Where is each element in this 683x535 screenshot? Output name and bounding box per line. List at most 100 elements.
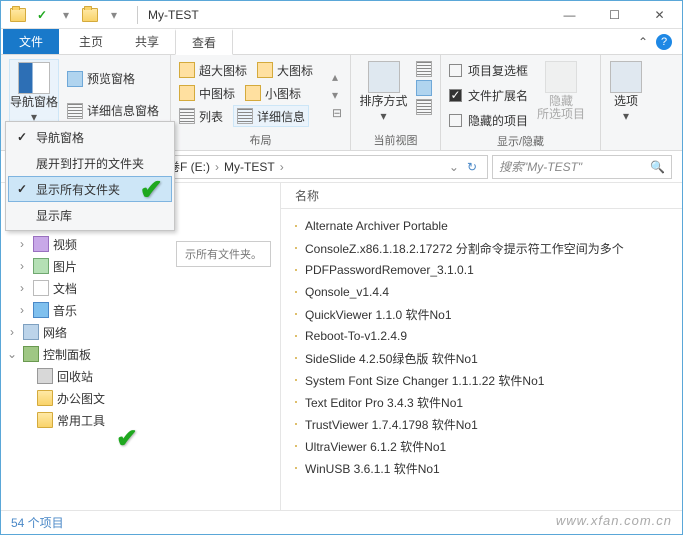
sortby-button[interactable]: 排序方式 ▾ xyxy=(359,59,408,130)
tree-item[interactable]: 音乐 xyxy=(53,302,77,319)
folder-icon xyxy=(37,390,53,406)
tree-item[interactable]: 文档 xyxy=(53,280,77,297)
minimize-button[interactable]: — xyxy=(547,1,592,29)
hide-selected-label: 隐藏 所选项目 xyxy=(537,95,585,121)
file-name: TrustViewer 1.7.4.1798 软件No1 xyxy=(305,416,478,433)
folder-icon xyxy=(295,379,297,381)
hide-selected-button[interactable]: 隐藏 所选项目 xyxy=(536,59,586,131)
nav-pane-label: 导航窗格 xyxy=(10,96,58,109)
qat-dropdown-icon[interactable]: ▾ xyxy=(55,4,77,26)
folder-icon xyxy=(295,335,297,337)
folder-icon xyxy=(295,269,297,271)
scroll-up-icon[interactable]: ▴ xyxy=(332,70,342,84)
qat-folder-icon[interactable] xyxy=(79,4,101,26)
group-layout-label: 布局 xyxy=(179,130,342,148)
list-item[interactable]: QuickViewer 1.1.0 软件No1 xyxy=(281,303,682,325)
large-icon xyxy=(257,62,273,78)
file-name: Qonsole_v1.4.4 xyxy=(305,285,389,299)
list-item[interactable]: SideSlide 4.2.50绿色版 软件No1 xyxy=(281,347,682,369)
tree-item[interactable]: 回收站 xyxy=(57,368,93,385)
file-name: PDFPasswordRemover_3.1.0.1 xyxy=(305,263,474,277)
chk-itemcheck[interactable]: 项目复选框 xyxy=(449,59,528,81)
nav-tree[interactable]: ⌄本机照片 本机照片 ›视频 ›图片 ›文档 ›音乐 ›网络 ⌄控制面板 回收站… xyxy=(1,183,281,510)
list-item[interactable]: Qonsole_v1.4.4 xyxy=(281,281,682,303)
groupby-icon[interactable] xyxy=(416,61,432,77)
scroll-down-icon[interactable]: ▾ xyxy=(332,88,342,102)
options-label: 选项 xyxy=(614,95,638,108)
network-icon xyxy=(23,324,39,340)
folder-icon xyxy=(295,247,297,249)
list-item[interactable]: PDFPasswordRemover_3.1.0.1 xyxy=(281,259,682,281)
column-header-name[interactable]: 名称 xyxy=(281,183,682,209)
window-title: My-TEST xyxy=(144,8,547,22)
view-list[interactable]: 列表 xyxy=(179,105,223,127)
dd-show-all[interactable]: ✓显示所有文件夹✔ xyxy=(8,176,172,202)
tree-item[interactable]: 视频 xyxy=(53,236,77,253)
list-item[interactable]: WinUSB 3.6.1.1 软件No1 xyxy=(281,457,682,479)
annotation-check-icon: ✔ xyxy=(116,423,138,454)
view-large[interactable]: 大图标 xyxy=(257,59,313,81)
list-item[interactable]: ConsoleZ.x86.1.18.2.17272 分割命令提示符工作空间为多个 xyxy=(281,237,682,259)
list-item[interactable]: Text Editor Pro 3.4.3 软件No1 xyxy=(281,391,682,413)
nav-pane-button[interactable]: 导航窗格 ▾ xyxy=(9,59,59,130)
file-list-pane: 名称 Alternate Archiver PortableConsoleZ.x… xyxy=(281,183,682,510)
item-count: 54 个项目 xyxy=(11,514,64,531)
expand-icon[interactable]: ⊟ xyxy=(332,106,342,120)
view-xlarge[interactable]: 超大图标 xyxy=(179,59,247,81)
nav-pane-icon xyxy=(18,62,50,94)
file-name: System Font Size Changer 1.1.1.22 软件No1 xyxy=(305,372,544,389)
tab-home[interactable]: 主页 xyxy=(63,29,119,54)
list-item[interactable]: UltraViewer 6.1.2 软件No1 xyxy=(281,435,682,457)
options-button[interactable]: 选项 ▾ xyxy=(609,59,643,134)
sortby-label: 排序方式 xyxy=(359,95,407,108)
tree-item[interactable]: 图片 xyxy=(53,258,77,275)
help-icon[interactable]: ? xyxy=(656,34,672,50)
file-name: SideSlide 4.2.50绿色版 软件No1 xyxy=(305,350,478,367)
chk-extensions[interactable]: ✓文件扩展名 xyxy=(449,84,528,106)
dd-show-lib[interactable]: 显示库 xyxy=(8,202,172,228)
folder-icon xyxy=(295,467,297,469)
view-small[interactable]: 小图标 xyxy=(245,82,301,104)
document-icon xyxy=(33,280,49,296)
tab-file[interactable]: 文件 xyxy=(3,29,59,54)
refresh-button[interactable]: ↻ xyxy=(461,160,483,174)
qat-check-icon[interactable]: ✓ xyxy=(31,4,53,26)
preview-pane-button[interactable]: 预览窗格 xyxy=(67,68,159,90)
tooltip: 示所有文件夹。 xyxy=(176,241,271,267)
tab-view[interactable]: 查看 xyxy=(175,29,233,55)
sizecolumns-icon[interactable] xyxy=(416,99,432,115)
preview-pane-icon xyxy=(67,71,83,87)
collapse-ribbon-icon[interactable]: ⌃ xyxy=(638,35,648,49)
qat-overflow-icon[interactable]: ▾ xyxy=(103,4,125,26)
file-list[interactable]: Alternate Archiver PortableConsoleZ.x86.… xyxy=(281,209,682,510)
tree-item[interactable]: 控制面板 xyxy=(43,346,91,363)
dd-nav-pane[interactable]: ✓导航窗格 xyxy=(8,124,172,150)
close-button[interactable]: ✕ xyxy=(637,1,682,29)
list-item[interactable]: System Font Size Changer 1.1.1.22 软件No1 xyxy=(281,369,682,391)
list-item[interactable]: Alternate Archiver Portable xyxy=(281,215,682,237)
tree-item[interactable]: 网络 xyxy=(43,324,67,341)
chevron-right-icon[interactable]: › xyxy=(277,160,287,174)
folder-icon xyxy=(7,4,29,26)
chevron-down-icon: ▾ xyxy=(623,110,629,123)
sortby-icon xyxy=(368,61,400,93)
tree-item[interactable]: 办公图文 xyxy=(57,390,105,407)
view-medium[interactable]: 中图标 xyxy=(179,82,235,104)
music-icon xyxy=(33,302,49,318)
crumb-dropdown-icon[interactable]: ⌄ xyxy=(449,160,459,174)
maximize-button[interactable]: ☐ xyxy=(592,1,637,29)
nav-pane-dropdown: ✓导航窗格 展开到打开的文件夹 ✓显示所有文件夹✔ 显示库 xyxy=(5,121,175,231)
list-item[interactable]: Reboot-To-v1.2.4.9 xyxy=(281,325,682,347)
folder-icon xyxy=(295,423,297,425)
chevron-right-icon[interactable]: › xyxy=(212,160,222,174)
view-details[interactable]: 详细信息 xyxy=(233,105,309,127)
xlarge-icon xyxy=(179,62,195,78)
tree-item[interactable]: 常用工具 xyxy=(57,412,105,429)
details-pane-button[interactable]: 详细信息窗格 xyxy=(67,100,159,122)
chk-hidden[interactable]: 隐藏的项目 xyxy=(449,109,528,131)
file-name: Text Editor Pro 3.4.3 软件No1 xyxy=(305,394,463,411)
tab-share[interactable]: 共享 xyxy=(119,29,175,54)
addcolumn-icon[interactable] xyxy=(416,80,432,96)
search-input[interactable]: 搜索"My-TEST" 🔍 xyxy=(492,155,672,179)
list-item[interactable]: TrustViewer 1.7.4.1798 软件No1 xyxy=(281,413,682,435)
